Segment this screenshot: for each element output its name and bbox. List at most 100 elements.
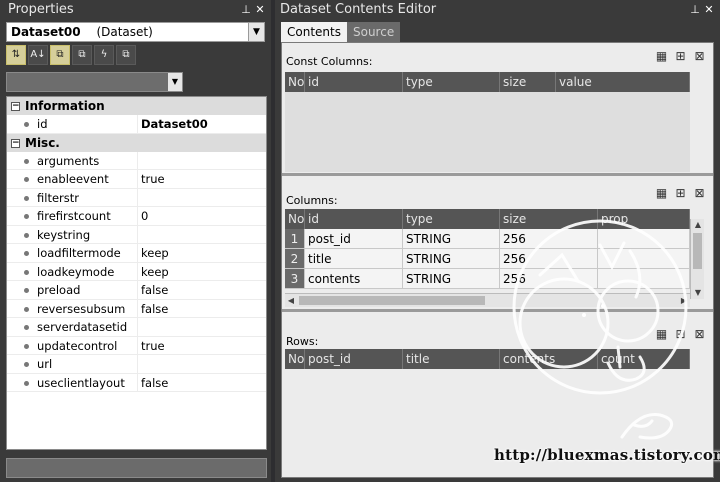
cell-size[interactable]: 256 bbox=[500, 269, 598, 288]
property-value[interactable] bbox=[138, 318, 266, 336]
scroll-thumb[interactable] bbox=[693, 233, 702, 269]
watermark-url: http://bluexmas.tistory.com/ bbox=[494, 446, 720, 464]
property-dot-icon bbox=[24, 158, 29, 164]
property-row-preload[interactable]: preload false bbox=[7, 281, 266, 300]
pin-icon[interactable]: ⊥ bbox=[239, 0, 253, 20]
delete-column-icon[interactable]: ⊠ bbox=[692, 49, 707, 64]
property-name: serverdatasetid bbox=[37, 320, 128, 334]
table-header: No post_id title contents count bbox=[285, 349, 690, 369]
pin-icon[interactable]: ⊥ bbox=[688, 0, 702, 20]
chevron-down-icon[interactable]: ▼ bbox=[248, 23, 264, 41]
scroll-right-icon[interactable]: ▶ bbox=[678, 294, 690, 307]
const-columns-body[interactable] bbox=[285, 92, 690, 172]
column-header: id bbox=[305, 72, 403, 92]
lightning-icon[interactable]: ϟ bbox=[94, 45, 114, 65]
property-pages-icon[interactable]: ⧉ bbox=[116, 45, 136, 65]
property-row-serverdatasetid[interactable]: serverdatasetid bbox=[7, 318, 266, 337]
property-row-reversesubsum[interactable]: reversesubsum false bbox=[7, 299, 266, 318]
scroll-up-icon[interactable]: ▲ bbox=[691, 219, 705, 231]
cell-prop[interactable] bbox=[598, 249, 690, 268]
object-type: (Dataset) bbox=[96, 25, 153, 39]
property-value[interactable] bbox=[138, 226, 266, 244]
cell-id[interactable]: post_id bbox=[305, 229, 403, 248]
table-row[interactable]: 1 post_id STRING 256 bbox=[285, 229, 690, 249]
property-row-filterstr[interactable]: filterstr bbox=[7, 188, 266, 207]
editor-tabs: Contents Source bbox=[281, 22, 401, 42]
editor-contents: Const Columns: ▦ ⊞ ⊠ No id type size value… bbox=[281, 42, 714, 478]
table-row[interactable]: 2 title STRING 256 bbox=[285, 249, 690, 269]
category-information[interactable]: − Information bbox=[7, 97, 266, 115]
category-misc[interactable]: − Misc. bbox=[7, 133, 266, 152]
tab-source[interactable]: Source bbox=[346, 22, 401, 42]
property-value[interactable]: 0 bbox=[138, 207, 266, 225]
property-row-keystring[interactable]: keystring bbox=[7, 225, 266, 244]
property-row-loadkeymode[interactable]: loadkeymode keep bbox=[7, 262, 266, 281]
cell-type[interactable]: STRING bbox=[403, 229, 500, 248]
grid-edit-icon[interactable]: ▦ bbox=[654, 49, 669, 64]
property-filter-select[interactable]: ▼ bbox=[6, 72, 183, 92]
dataset-editor-panel: Dataset Contents Editor ⊥ ✕ Contents Sourc… bbox=[275, 0, 720, 482]
collapse-icon[interactable]: − bbox=[11, 102, 20, 111]
delete-row-icon[interactable]: ⊠ bbox=[692, 327, 707, 342]
cell-size[interactable]: 256 bbox=[500, 249, 598, 268]
property-name: firefirstcount bbox=[37, 209, 111, 223]
cell-size[interactable]: 256 bbox=[500, 229, 598, 248]
property-dot-icon bbox=[24, 362, 29, 367]
section-splitter[interactable] bbox=[282, 309, 713, 312]
object-selector[interactable]: Dataset00 (Dataset) ▼ bbox=[6, 22, 265, 42]
properties-view-icon[interactable]: ⧉ bbox=[50, 45, 70, 65]
property-name: loadkeymode bbox=[37, 264, 115, 279]
property-row-useclientlayout[interactable]: useclientlayout false bbox=[7, 373, 266, 392]
tab-contents[interactable]: Contents bbox=[281, 22, 347, 42]
column-header: size bbox=[500, 209, 598, 229]
delete-column-icon[interactable]: ⊠ bbox=[692, 186, 707, 201]
columns-vertical-scrollbar[interactable]: ▲ ▼ bbox=[690, 219, 704, 299]
property-row-loadfiltermode[interactable]: loadfiltermode keep bbox=[7, 244, 266, 263]
scroll-left-icon[interactable]: ◀ bbox=[285, 294, 297, 307]
events-view-icon[interactable]: ⧉ bbox=[72, 45, 92, 65]
cell-prop[interactable] bbox=[598, 229, 690, 248]
property-value[interactable] bbox=[138, 189, 266, 207]
property-value[interactable]: keep bbox=[138, 244, 266, 262]
add-row-icon[interactable]: ⊞ bbox=[673, 327, 688, 342]
columns-horizontal-scrollbar[interactable]: ◀ ▶ bbox=[285, 293, 690, 307]
cell-id[interactable]: contents bbox=[305, 269, 403, 288]
cell-id[interactable]: title bbox=[305, 249, 403, 268]
property-row-firefirstcount[interactable]: firefirstcount 0 bbox=[7, 207, 266, 226]
property-value[interactable] bbox=[138, 355, 266, 373]
property-row-id[interactable]: id Dataset00 bbox=[7, 115, 266, 134]
close-icon[interactable]: ✕ bbox=[253, 0, 267, 20]
grid-edit-icon[interactable]: ▦ bbox=[654, 186, 669, 201]
property-row-updatecontrol[interactable]: updatecontrol true bbox=[7, 336, 266, 355]
section-splitter[interactable] bbox=[282, 173, 713, 176]
property-name: useclientlayout bbox=[37, 375, 125, 390]
chevron-down-icon[interactable]: ▼ bbox=[168, 73, 182, 91]
property-row-enableevent[interactable]: enableevent true bbox=[7, 170, 266, 189]
column-header: value bbox=[556, 72, 690, 92]
property-value[interactable] bbox=[138, 152, 266, 170]
cell-type[interactable]: STRING bbox=[403, 249, 500, 268]
property-value[interactable]: keep bbox=[138, 263, 266, 281]
property-dot-icon bbox=[24, 380, 29, 386]
alphabetical-sort-icon[interactable]: A↓ bbox=[28, 45, 48, 65]
property-value[interactable]: false bbox=[138, 281, 266, 299]
property-row-arguments[interactable]: arguments bbox=[7, 151, 266, 170]
add-column-icon[interactable]: ⊞ bbox=[673, 186, 688, 201]
property-value[interactable]: Dataset00 bbox=[138, 115, 266, 133]
property-row-url[interactable]: url bbox=[7, 355, 266, 374]
table-row[interactable]: 3 contents STRING 256 bbox=[285, 269, 690, 289]
cell-prop[interactable] bbox=[598, 269, 690, 288]
property-value[interactable]: false bbox=[138, 374, 266, 392]
property-value[interactable]: true bbox=[138, 337, 266, 355]
grid-edit-icon[interactable]: ▦ bbox=[654, 327, 669, 342]
categorized-sort-icon[interactable]: ⇅ bbox=[6, 45, 26, 65]
add-column-icon[interactable]: ⊞ bbox=[673, 49, 688, 64]
close-icon[interactable]: ✕ bbox=[702, 0, 716, 20]
cell-type[interactable]: STRING bbox=[403, 269, 500, 288]
scroll-down-icon[interactable]: ▼ bbox=[691, 287, 705, 299]
property-value[interactable]: false bbox=[138, 300, 266, 318]
collapse-icon[interactable]: − bbox=[11, 138, 20, 148]
column-header: contents bbox=[500, 349, 598, 369]
scroll-thumb[interactable] bbox=[299, 296, 485, 305]
property-value[interactable]: true bbox=[138, 170, 266, 188]
